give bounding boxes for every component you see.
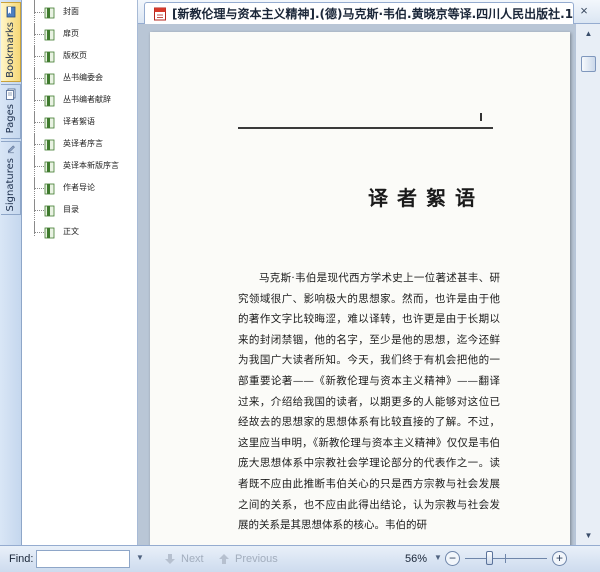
bookmark-label: 作者导论 (63, 183, 95, 192)
bookmark-item-contents[interactable]: 目录 (22, 200, 137, 222)
document-tab-bar: [新教伦理与资本主义精神].(德)马克斯·韦伯.黄晓京等译.四川人民出版社.19… (138, 0, 600, 24)
scroll-up-arrow-icon[interactable]: ▲ (581, 26, 596, 41)
signature-pen-icon (7, 145, 15, 154)
tab-bookmarks-label: Bookmarks (5, 22, 16, 78)
tree-connector (34, 46, 44, 57)
page-mark (480, 113, 482, 121)
find-previous-label: Previous (235, 553, 278, 565)
bookmark-icon (44, 7, 55, 19)
tree-connector (34, 222, 44, 233)
tree-connector (34, 90, 44, 101)
bookmark-label: 目录 (63, 205, 79, 214)
tree-connector (34, 200, 44, 211)
document-view[interactable]: 译者絮语 马克斯·韦伯是现代西方学术史上一位著述甚丰、研究领域很广、影响极大的思… (138, 24, 575, 545)
zoom-slider-track[interactable] (465, 558, 547, 559)
bookmark-label: 版权页 (63, 51, 87, 60)
bookmark-label: 丛书编委会 (63, 73, 103, 82)
bookmark-label: 正文 (63, 227, 79, 236)
tab-pages[interactable]: Pages (1, 84, 21, 139)
zoom-out-button[interactable]: − (445, 551, 460, 566)
find-label: Find: (9, 553, 34, 565)
side-tab-strip: Bookmarks Pages Signatures (0, 0, 22, 545)
bookmark-icon (44, 161, 55, 173)
zoom-in-button[interactable]: + (552, 551, 567, 566)
bookmark-label: 英译本新版序言 (63, 161, 119, 170)
tab-signatures[interactable]: Signatures (1, 141, 21, 215)
close-tab-button[interactable]: × (576, 3, 592, 19)
bookmark-item-dedication[interactable]: 丛书编者献辞 (22, 90, 137, 112)
tree-connector (34, 68, 44, 79)
tree-connector (34, 112, 44, 123)
page-body-text: 马克斯·韦伯是现代西方学术史上一位著述甚丰、研究领域很广、影响极大的思想家。然而… (238, 268, 500, 536)
bookmark-icon (44, 73, 55, 85)
bookmark-label: 扉页 (63, 29, 79, 38)
page-heading: 译者絮语 (368, 186, 484, 210)
scrollbar-thumb[interactable] (581, 56, 596, 72)
zoom-slider-thumb[interactable] (486, 551, 493, 565)
bookmark-icon (44, 117, 55, 129)
bookmark-icon (44, 51, 55, 63)
document-tab[interactable]: [新教伦理与资本主义精神].(德)马克斯·韦伯.黄晓京等译.四川人民出版社.19… (144, 2, 574, 24)
bookmark-item-author-intro[interactable]: 作者导论 (22, 178, 137, 200)
pdf-document-icon (154, 7, 166, 20)
find-previous-button[interactable]: Previous (218, 551, 278, 567)
find-input[interactable] (36, 550, 130, 568)
bookmark-item-english-preface[interactable]: 英译者序言 (22, 134, 137, 156)
bookmark-label: 封面 (63, 7, 79, 16)
tree-connector (34, 2, 44, 13)
bookmark-item-new-edition-preface[interactable]: 英译本新版序言 (22, 156, 137, 178)
pages-icon (5, 88, 15, 100)
bookmark-label: 译者絮语 (63, 117, 95, 126)
tree-connector (34, 178, 44, 189)
header-rule (238, 127, 493, 129)
zoom-dropdown-arrow-icon[interactable]: ▼ (434, 553, 442, 562)
tab-signatures-label: Signatures (5, 157, 16, 211)
tree-connector (34, 156, 44, 167)
find-dropdown-arrow-icon[interactable]: ▼ (136, 553, 144, 562)
tab-pages-label: Pages (5, 104, 16, 134)
tab-bookmarks[interactable]: Bookmarks (1, 2, 21, 82)
bookmark-item-editorial-board[interactable]: 丛书编委会 (22, 68, 137, 90)
zoom-slider-center-mark (505, 554, 506, 563)
bookmark-icon (44, 95, 55, 107)
body-paragraph: 马克斯·韦伯是现代西方学术史上一位著述甚丰、研究领域很广、影响极大的思想家。然而… (238, 272, 500, 532)
status-bar: Find: ▼ Next Previous 56% ▼ − + (0, 545, 600, 572)
bookmark-icon (6, 6, 15, 18)
bookmarks-panel: 封面 扉页 版权页 丛书编委会 丛书编者献辞 译者絮语 英译者序言 英译本新版序… (22, 0, 138, 545)
arrow-up-icon (219, 554, 229, 564)
bookmark-item-title-page[interactable]: 扉页 (22, 24, 137, 46)
bookmark-label: 英译者序言 (63, 139, 103, 148)
bookmark-icon (44, 139, 55, 151)
bookmark-icon (44, 205, 55, 217)
vertical-scrollbar[interactable]: ▲ ▼ (575, 24, 600, 545)
tree-connector (34, 134, 44, 145)
bookmark-item-main-text[interactable]: 正文 (22, 222, 137, 244)
scroll-down-arrow-icon[interactable]: ▼ (581, 528, 596, 543)
bookmark-icon (44, 183, 55, 195)
zoom-level[interactable]: 56% (405, 553, 427, 565)
tree-connector (34, 24, 44, 35)
find-next-button[interactable]: Next (164, 551, 204, 567)
bookmark-item-translator-notes[interactable]: 译者絮语 (22, 112, 137, 134)
pdf-page: 译者絮语 马克斯·韦伯是现代西方学术史上一位著述甚丰、研究领域很广、影响极大的思… (150, 32, 570, 545)
bookmark-item-cover[interactable]: 封面 (22, 2, 137, 24)
bookmark-label: 丛书编者献辞 (63, 95, 111, 104)
bookmark-icon (44, 227, 55, 239)
arrow-down-icon (165, 554, 175, 564)
find-next-label: Next (181, 553, 204, 565)
document-title: [新教伦理与资本主义精神].(德)马克斯·韦伯.黄晓京等译.四川人民出版社.19… (172, 7, 573, 21)
bookmark-item-copyright[interactable]: 版权页 (22, 46, 137, 68)
bookmark-icon (44, 29, 55, 41)
